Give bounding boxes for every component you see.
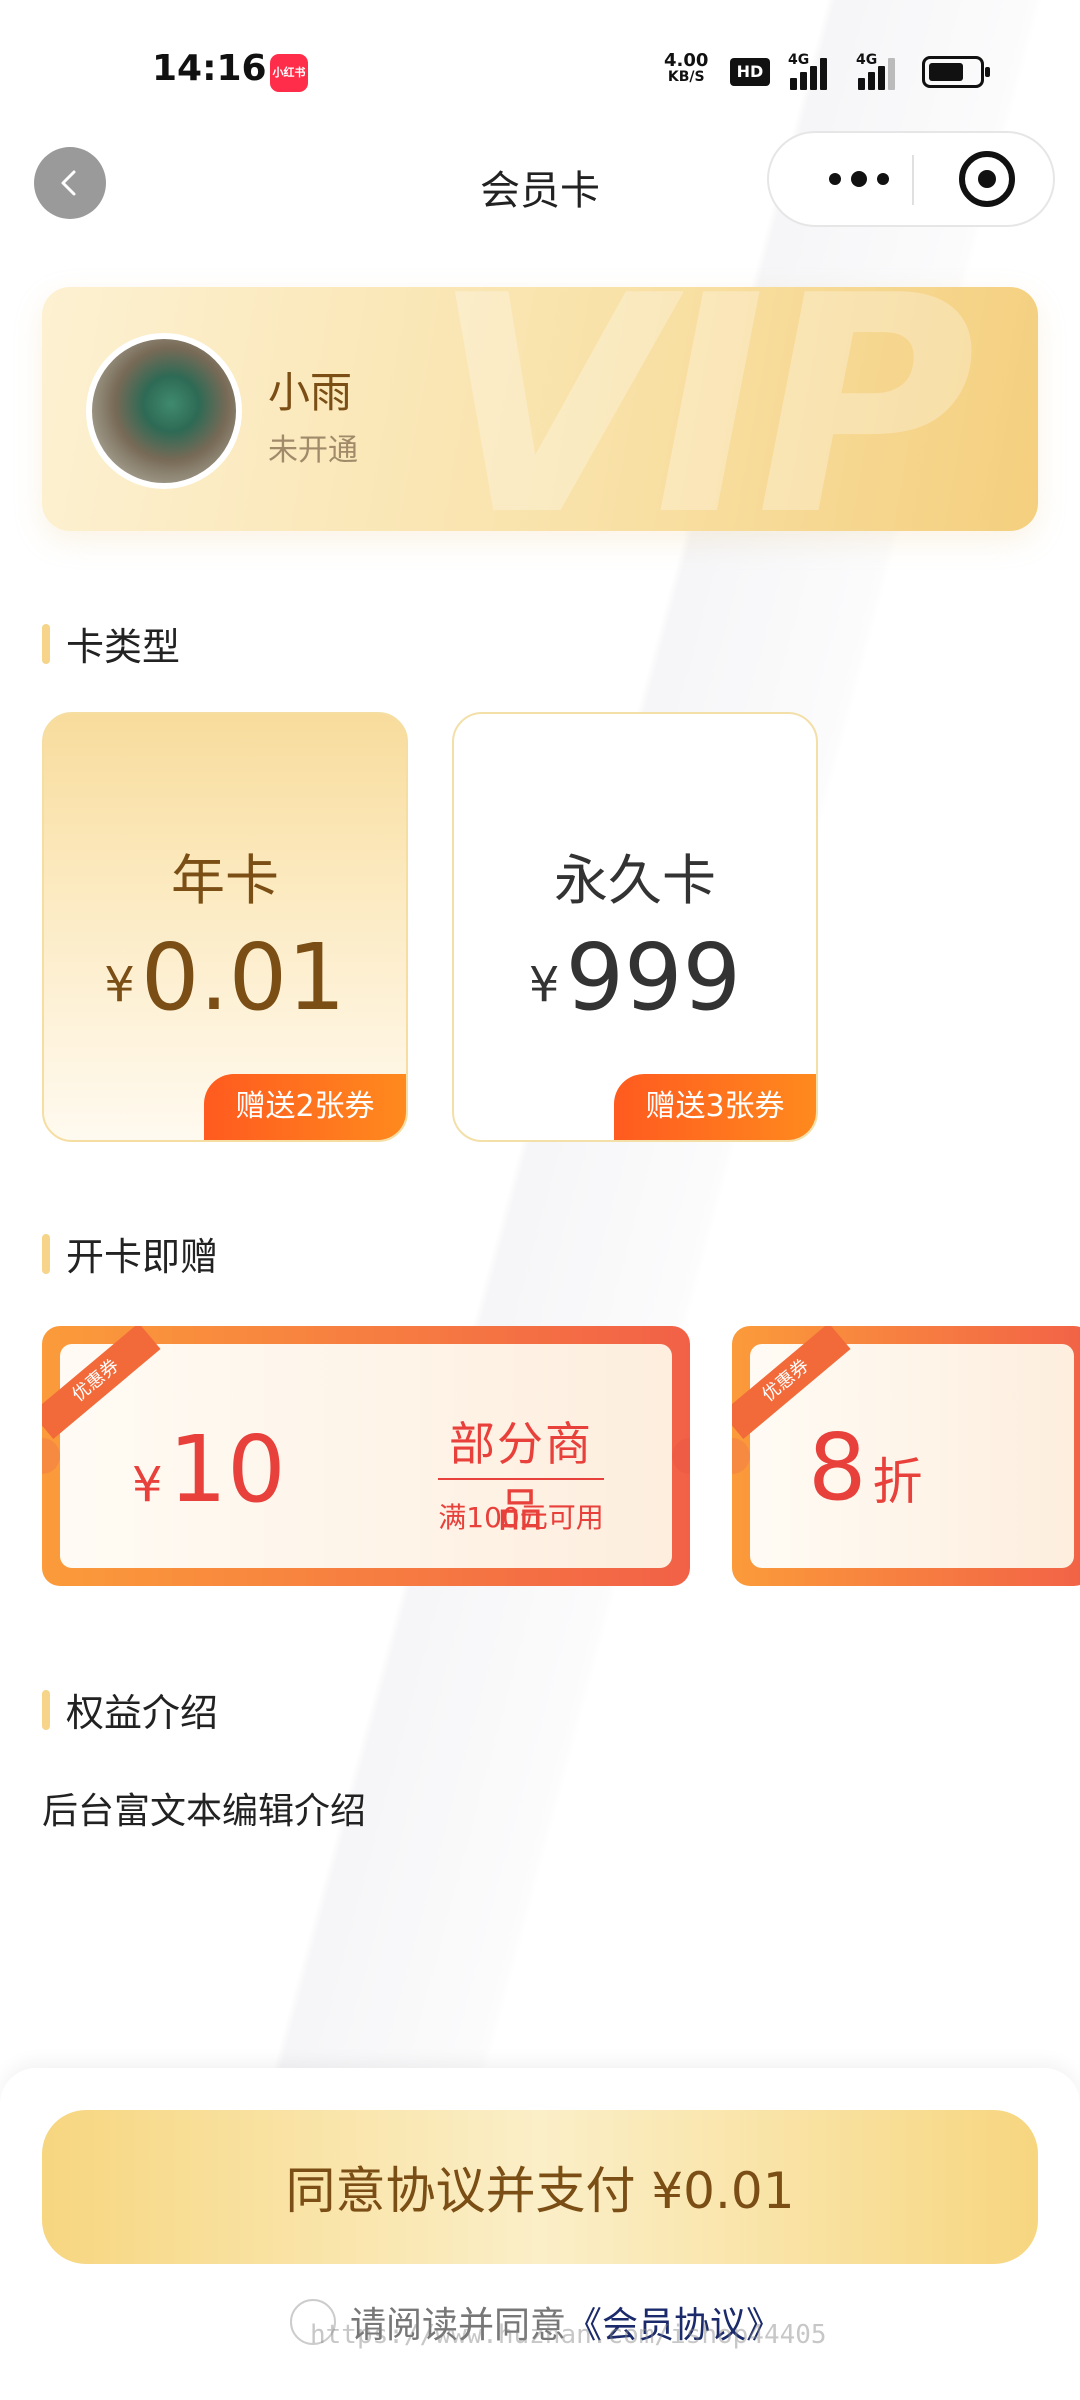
gift-badge: 赠送2张券: [204, 1074, 406, 1140]
network-speed: 4.00 KB/S: [664, 52, 708, 86]
signal-icon: 4G: [788, 52, 838, 90]
vip-watermark: VIP: [432, 287, 976, 531]
card-option-name: 永久卡: [554, 849, 716, 912]
status-time: 14:16: [152, 48, 267, 89]
xiaohongshu-app-icon: 小红书: [270, 54, 308, 92]
target-icon: [978, 170, 996, 188]
membership-status: 未开通: [268, 433, 358, 468]
card-option-price: ¥999: [528, 924, 742, 1031]
coupon-cash: 优惠券 ¥10 部分商品 满100元可用: [42, 1326, 690, 1586]
benefit-description: 后台富文本编辑介绍: [42, 1791, 367, 1832]
network-speed-value: 4.00: [664, 50, 709, 71]
section-title-benefits: 权益介绍: [42, 1682, 218, 1737]
site-watermark: https://www.huzhan.com/ishop44405: [310, 2320, 827, 2350]
more-dots-icon: [829, 173, 841, 185]
mini-program-capsule: [767, 131, 1055, 227]
user-name: 小雨: [268, 368, 353, 417]
section-title-card-type: 卡类型: [42, 616, 180, 671]
avatar: [86, 333, 242, 489]
network-speed-unit: KB/S: [667, 69, 705, 85]
card-option-lifetime[interactable]: 永久卡 ¥999 赠送3张券: [452, 712, 818, 1142]
coupon-discount-value: 8折: [808, 1414, 923, 1521]
hd-icon: HD: [730, 58, 770, 86]
coupon-amount: ¥10: [132, 1416, 286, 1523]
signal-icon-2: 4G: [856, 52, 906, 90]
member-card: VIP 小雨 未开通: [42, 287, 1038, 531]
card-option-price: ¥0.01: [104, 924, 346, 1031]
section-title-gifts: 开卡即赠: [42, 1226, 218, 1281]
signal-label: 4G: [788, 52, 810, 68]
coupon-discount: 优惠券 8折: [732, 1326, 1080, 1586]
battery-icon: [922, 56, 990, 88]
card-option-annual[interactable]: 年卡 ¥0.01 赠送2张券: [42, 712, 408, 1142]
gift-badge: 赠送3张券: [614, 1074, 816, 1140]
signal-label-2: 4G: [856, 52, 878, 68]
more-button[interactable]: [809, 133, 909, 225]
close-mini-program-button[interactable]: [959, 151, 1015, 207]
agree-and-pay-button[interactable]: 同意协议并支付 ¥0.01: [42, 2110, 1038, 2264]
card-option-name: 年卡: [171, 849, 279, 912]
status-bar: 14:16 小红书 4.00 KB/S HD 4G 4G: [0, 0, 1080, 130]
coupon-condition: 满100元可用: [438, 1501, 604, 1534]
